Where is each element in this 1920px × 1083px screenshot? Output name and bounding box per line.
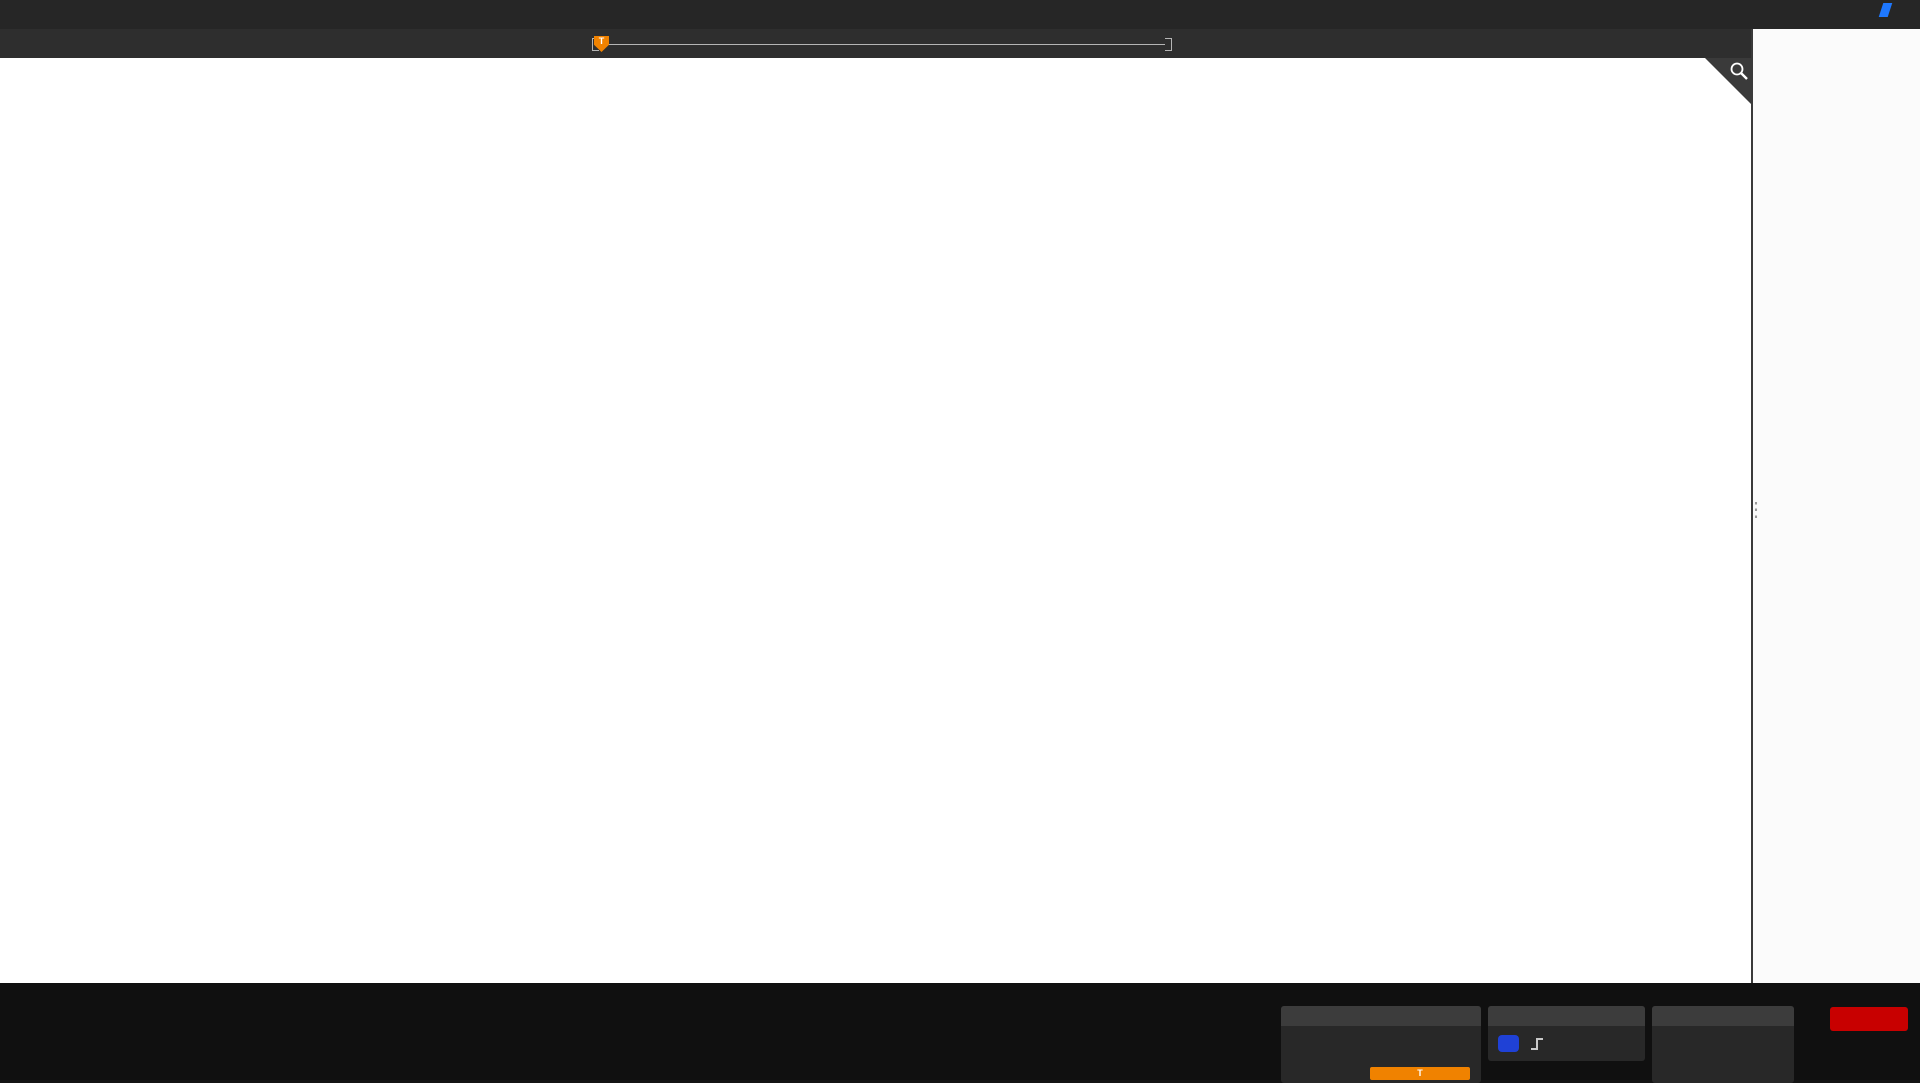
- trigger-source-badge: [1498, 1035, 1519, 1052]
- trigger-panel-title: [1488, 1006, 1645, 1026]
- bottom-bar: T: [0, 983, 1920, 1080]
- acquisition-panel[interactable]: [1652, 1006, 1794, 1083]
- zoom-corner-button[interactable]: [1705, 58, 1751, 104]
- waveform-plot-svg: [0, 58, 1751, 983]
- trigger-position-icon: T: [1370, 1067, 1470, 1080]
- horizontal-panel-title: [1281, 1006, 1481, 1026]
- magnifier-icon: [1729, 61, 1749, 81]
- oscilloscope-screen: T ⋮: [0, 0, 1920, 1080]
- tektronix-logo: [1881, 3, 1894, 17]
- acquisition-panel-title: [1652, 1006, 1794, 1026]
- rising-edge-icon: [1529, 1036, 1545, 1052]
- divider-drag-handle[interactable]: ⋮: [1746, 504, 1764, 516]
- stopped-button[interactable]: [1830, 1007, 1908, 1031]
- horizontal-position-scrollbar[interactable]: T: [592, 37, 1172, 52]
- logo-mark-icon: [1879, 3, 1893, 17]
- scrollbar-right-bracket[interactable]: [1165, 38, 1172, 51]
- trigger-panel[interactable]: [1488, 1006, 1645, 1061]
- waveform-view-titlebar: T: [0, 29, 1751, 58]
- sidebar-button-grid: [1753, 34, 1920, 58]
- horizontal-panel[interactable]: T: [1281, 1006, 1481, 1083]
- waveform-plot[interactable]: [0, 58, 1751, 983]
- scrollbar-line[interactable]: [599, 44, 1165, 45]
- right-sidebar: ⋮: [1751, 29, 1920, 983]
- menu-bar: [0, 0, 1920, 29]
